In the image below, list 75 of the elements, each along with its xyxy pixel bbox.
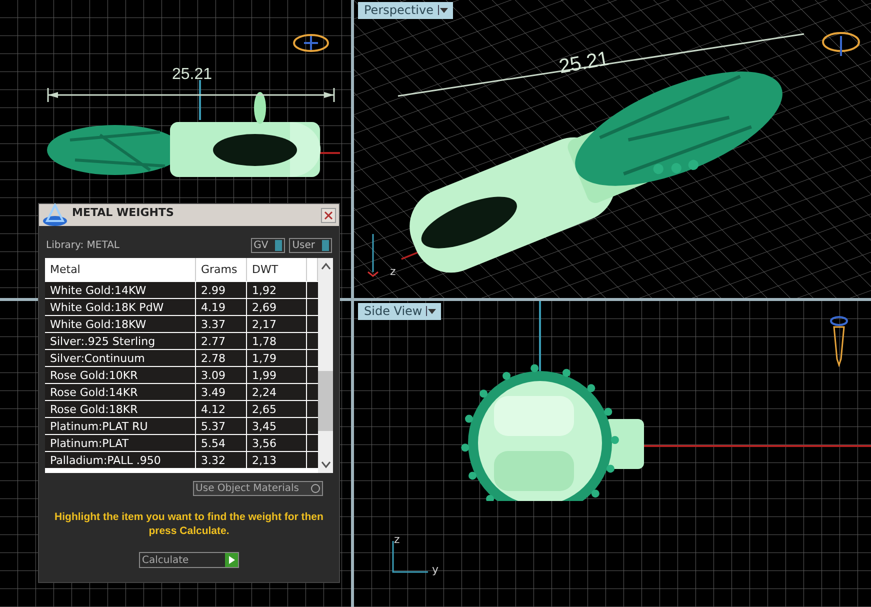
column-header[interactable]: Metal bbox=[45, 258, 196, 281]
table-cell: 1,78 bbox=[247, 333, 307, 349]
table-row[interactable]: Rose Gold:10KR 3.09 1,99 bbox=[45, 367, 318, 384]
table-row[interactable]: White Gold:18K PdW 4.19 2,69 bbox=[45, 299, 318, 316]
scroll-up-icon[interactable] bbox=[320, 262, 330, 270]
table-cell: Silver:Continuum bbox=[45, 350, 196, 366]
table-cell: Silver:.925 Sterling bbox=[45, 333, 196, 349]
ring-gizmo-icon bbox=[292, 32, 330, 54]
column-header[interactable]: Grams bbox=[196, 258, 247, 281]
table-cell: 3.49 bbox=[196, 384, 247, 400]
scale-icon bbox=[42, 203, 68, 227]
use-object-materials-option[interactable]: Use Object Materials bbox=[192, 481, 323, 496]
table-cell: 5.37 bbox=[196, 418, 247, 434]
table-cell: White Gold:18KW bbox=[45, 316, 196, 332]
table-row[interactable]: Silver:Continuum 2.78 1,79 bbox=[45, 350, 318, 367]
table-cell: Rose Gold:14KR bbox=[45, 384, 196, 400]
axis-icon bbox=[366, 232, 380, 278]
table-cell: 2.78 bbox=[196, 350, 247, 366]
table-row[interactable]: Rose Gold:18KR 4.12 2,65 bbox=[45, 401, 318, 418]
table-cell: 3.09 bbox=[196, 367, 247, 383]
table-cell: 2.77 bbox=[196, 333, 247, 349]
dimension-value: 25.21 bbox=[557, 48, 611, 80]
play-icon bbox=[228, 555, 236, 565]
table-row[interactable]: White Gold:18KW 3.37 2,17 bbox=[45, 316, 318, 333]
table-cell: 2,24 bbox=[247, 384, 307, 400]
instruction-text: Highlight the item you want to find the weight for then press Calculate. bbox=[54, 510, 324, 538]
table-cell: 1,99 bbox=[247, 367, 307, 383]
table-cell: 2,13 bbox=[247, 452, 307, 468]
table-cell: 1,79 bbox=[247, 350, 307, 366]
library-label: Library: METAL bbox=[46, 240, 120, 251]
table-row[interactable]: Platinum:PLAT 5.54 3,56 bbox=[45, 435, 318, 452]
close-icon bbox=[324, 210, 333, 220]
table-cell: 2,17 bbox=[247, 316, 307, 332]
axis-label: z bbox=[394, 533, 400, 546]
table-cell: 2,69 bbox=[247, 299, 307, 315]
table-cell: 4.12 bbox=[196, 401, 247, 417]
calculate-button[interactable]: Calculate bbox=[139, 552, 239, 568]
close-button[interactable] bbox=[321, 208, 336, 222]
axis-label: z bbox=[390, 265, 396, 278]
caret-icon bbox=[438, 5, 448, 15]
scroll-down-icon[interactable] bbox=[320, 461, 330, 469]
column-header[interactable]: DWT bbox=[247, 258, 307, 281]
ring-gizmo-icon bbox=[820, 30, 862, 58]
table-row[interactable]: Rose Gold:14KR 3.49 2,24 bbox=[45, 384, 318, 401]
table-cell: 5.54 bbox=[196, 435, 247, 451]
axis-label: y bbox=[432, 563, 439, 576]
table-cell: 1,92 bbox=[247, 282, 307, 298]
table-row[interactable]: Platinum:PLAT RU 5.37 3,45 bbox=[45, 418, 318, 435]
table-cell: 2.99 bbox=[196, 282, 247, 298]
table-cell: 3.32 bbox=[196, 452, 247, 468]
table-cell: 3.37 bbox=[196, 316, 247, 332]
table-row[interactable]: White Gold:14KW 2.99 1,92 bbox=[45, 282, 318, 299]
table-row[interactable]: Palladium:PALL .950 3.32 2,13 bbox=[45, 452, 318, 469]
table-cell: 3,56 bbox=[247, 435, 307, 451]
table-cell: Platinum:PLAT RU bbox=[45, 418, 196, 434]
table-cell: Rose Gold:10KR bbox=[45, 367, 196, 383]
table-cell: 4.19 bbox=[196, 299, 247, 315]
table-cell: 2,65 bbox=[247, 401, 307, 417]
table-cell: Rose Gold:18KR bbox=[45, 401, 196, 417]
view-menu[interactable]: Side View bbox=[358, 303, 442, 320]
table-cell: 3,45 bbox=[247, 418, 307, 434]
dialog-title: METAL WEIGHTS bbox=[72, 206, 175, 218]
table-cell: Platinum:PLAT bbox=[45, 435, 196, 451]
table-cell: White Gold:18K PdW bbox=[45, 299, 196, 315]
scrollbar[interactable] bbox=[318, 258, 333, 473]
view-menu[interactable]: Perspective bbox=[358, 2, 452, 19]
table-cell: White Gold:14KW bbox=[45, 282, 196, 298]
toggle-button[interactable]: User bbox=[289, 238, 332, 253]
table-cell: Palladium:PALL .950 bbox=[45, 452, 196, 468]
caret-icon bbox=[426, 306, 438, 316]
dimension-value: 25.21 bbox=[172, 66, 212, 84]
table-row[interactable]: Silver:.925 Sterling 2.77 1,78 bbox=[45, 333, 318, 350]
toggle-button[interactable]: GV bbox=[250, 238, 286, 253]
axis-icon bbox=[390, 539, 430, 575]
ring-gizmo-icon bbox=[829, 315, 849, 367]
